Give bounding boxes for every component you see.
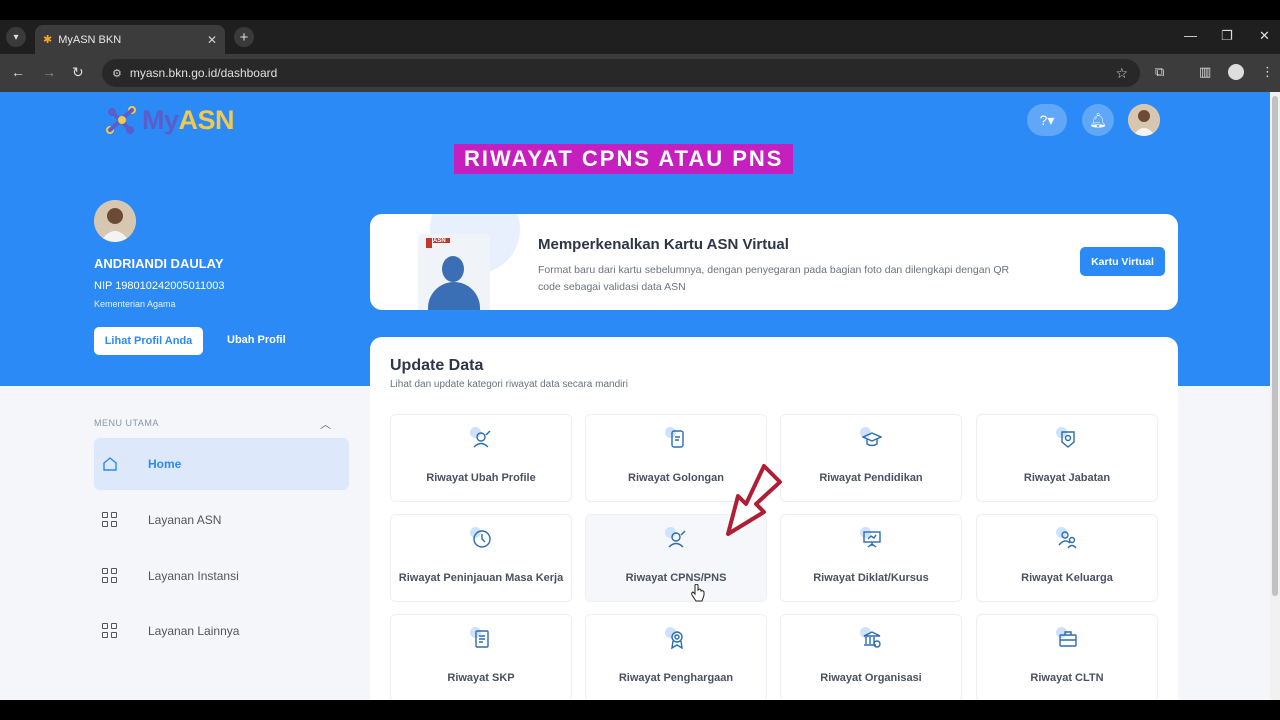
family-icon <box>1056 527 1080 551</box>
tile-label: Riwayat Ubah Profile <box>426 472 536 484</box>
document-icon <box>470 627 494 651</box>
tile-riwayat-peninjauan-masa-kerja[interactable]: Riwayat Peninjauan Masa Kerja <box>390 514 572 602</box>
restore-icon[interactable]: ❐ <box>1221 28 1233 44</box>
logo-mark-icon <box>102 100 142 140</box>
tile-label: Riwayat CPNS/PNS <box>625 572 727 584</box>
tile-riwayat-cltn[interactable]: Riwayat CLTN <box>976 614 1158 700</box>
virtual-card-title: Memperkenalkan Kartu ASN Virtual <box>538 236 789 253</box>
sidebar-item-label: Layanan Instansi <box>148 569 239 583</box>
browser-toolbar: ← → ↻ ⚙ myasn.bkn.go.id/dashboard ☆ ⧉ ▥ … <box>0 54 1280 92</box>
tile-label: Riwayat Jabatan <box>1023 472 1111 484</box>
sidebar-item-layanan-lainnya[interactable]: Layanan Lainnya <box>94 605 349 657</box>
grid-icon <box>102 568 118 584</box>
letterbox-bottom <box>0 700 1280 720</box>
graduation-cap-icon <box>860 427 884 451</box>
update-data-subtitle: Lihat dan update kategori riwayat data s… <box>390 379 628 390</box>
side-panel-icon[interactable]: ▥ <box>1199 64 1211 80</box>
card-badge: ASN <box>433 238 446 244</box>
notification-button[interactable]: 🔔︎ <box>1082 104 1114 136</box>
menu-title: MENU UTAMA <box>94 418 159 428</box>
tab-title: MyASN BKN <box>58 33 122 46</box>
presentation-icon <box>860 527 884 551</box>
tile-label: Riwayat SKP <box>447 672 515 684</box>
browser-menu-icon[interactable]: ⋮ <box>1261 64 1274 80</box>
virtual-card-promo: ASN Memperkenalkan Kartu ASN Virtual For… <box>370 214 1178 310</box>
sidebar-item-layanan-instansi[interactable]: Layanan Instansi <box>94 550 349 602</box>
award-icon <box>665 627 689 651</box>
virtual-card-description: Format baru dari kartu sebelumnya, denga… <box>538 264 1010 293</box>
address-bar[interactable]: ⚙ myasn.bkn.go.id/dashboard ☆ <box>102 59 1140 87</box>
tile-riwayat-skp[interactable]: Riwayat SKP <box>390 614 572 700</box>
url-text: myasn.bkn.go.id/dashboard <box>129 66 278 80</box>
site-info-icon[interactable]: ⚙ <box>112 67 122 80</box>
sidebar-item-label: Layanan Lainnya <box>148 624 240 638</box>
grid-icon <box>102 512 118 528</box>
grid-icon <box>102 623 118 639</box>
back-icon[interactable]: ← <box>11 64 25 80</box>
favicon-icon: ✱ <box>43 34 53 46</box>
user-avatar <box>94 200 136 242</box>
tile-riwayat-organisasi[interactable]: Riwayat Organisasi <box>780 614 962 700</box>
sidebar-item-label: Layanan ASN <box>148 513 222 527</box>
tile-riwayat-diklat-kursus[interactable]: Riwayat Diklat/Kursus <box>780 514 962 602</box>
tile-riwayat-keluarga[interactable]: Riwayat Keluarga <box>976 514 1158 602</box>
tile-riwayat-pendidikan[interactable]: Riwayat Pendidikan <box>780 414 962 502</box>
tile-label: Riwayat Peninjauan Masa Kerja <box>398 572 564 584</box>
browser-profile-icon[interactable] <box>1228 64 1244 80</box>
view-profile-button[interactable]: Lihat Profil Anda <box>94 327 203 355</box>
tile-label: Riwayat Organisasi <box>820 672 922 684</box>
briefcase-icon <box>1056 627 1080 651</box>
clock-icon <box>470 527 494 551</box>
edit-profile-link[interactable]: Ubah Profil <box>227 334 286 346</box>
bell-icon: 🔔︎ <box>1089 111 1107 128</box>
minimize-icon[interactable]: — <box>1184 28 1197 43</box>
help-button[interactable]: ?▾ <box>1027 104 1067 136</box>
window-close-icon[interactable]: ✕ <box>1259 28 1270 44</box>
bookmark-star-icon[interactable]: ☆ <box>1115 65 1128 82</box>
hand-cursor-icon <box>691 584 705 602</box>
forward-icon[interactable]: → <box>42 64 56 80</box>
organization-icon <box>860 627 884 651</box>
home-icon <box>102 456 118 472</box>
logo-text: MyASN <box>142 104 235 135</box>
page: MyASN ?▾ 🔔︎ RIWAYAT CPNS ATAU PNS ANDRIA… <box>0 92 1270 700</box>
tile-riwayat-jabatan[interactable]: Riwayat Jabatan <box>976 414 1158 502</box>
browser-tabbar: ▾ ✱ MyASN BKN ✕ + — ❐ ✕ <box>0 20 1280 54</box>
chevron-up-icon[interactable]: ︿ <box>320 416 331 432</box>
user-nip: NIP 198010242005011003 <box>94 280 225 292</box>
scroll-thumb[interactable] <box>1272 96 1278 596</box>
new-tab-button[interactable]: + <box>234 27 254 47</box>
browser-tab[interactable]: ✱ MyASN BKN ✕ <box>35 25 225 54</box>
sidebar-item-home[interactable]: Home <box>94 438 349 490</box>
tile-label: Riwayat Diklat/Kursus <box>813 572 929 584</box>
overlay-banner: RIWAYAT CPNS ATAU PNS <box>454 144 794 174</box>
tile-riwayat-ubah-profile[interactable]: Riwayat Ubah Profile <box>390 414 572 502</box>
tab-search-button[interactable]: ▾ <box>6 27 26 47</box>
update-data-title: Update Data <box>390 357 484 374</box>
tile-riwayat-penghargaan[interactable]: Riwayat Penghargaan <box>585 614 767 700</box>
myasn-logo[interactable]: MyASN <box>102 100 235 140</box>
annotation-arrow-icon <box>726 464 782 536</box>
sidebar-item-layanan-asn[interactable]: Layanan ASN <box>94 494 349 546</box>
tab-close-icon[interactable]: ✕ <box>207 33 217 47</box>
user-institution: Kementerian Agama <box>94 299 176 309</box>
tile-label: Riwayat Penghargaan <box>618 672 734 684</box>
help-icon: ?▾ <box>1039 111 1055 128</box>
tile-label: Riwayat Pendidikan <box>819 472 923 484</box>
sidebar-item-label: Home <box>148 457 182 471</box>
user-edit-icon <box>470 427 494 451</box>
header-avatar[interactable] <box>1128 104 1160 136</box>
tile-label: Riwayat CLTN <box>1030 672 1104 684</box>
page-scrollbar[interactable] <box>1270 92 1280 700</box>
reload-icon[interactable]: ↻ <box>72 64 84 81</box>
tile-label: Riwayat Keluarga <box>1021 572 1113 584</box>
user-edit-icon <box>665 527 689 551</box>
extensions-icon[interactable]: ⧉ <box>1155 64 1164 80</box>
virtual-card-button[interactable]: Kartu Virtual <box>1080 247 1165 276</box>
badge-icon <box>1056 427 1080 451</box>
virtual-card-illustration: ASN <box>418 234 490 310</box>
user-name: ANDRIANDI DAULAY <box>94 256 224 271</box>
letterbox-top <box>0 0 1280 20</box>
phone-card-icon <box>665 427 689 451</box>
